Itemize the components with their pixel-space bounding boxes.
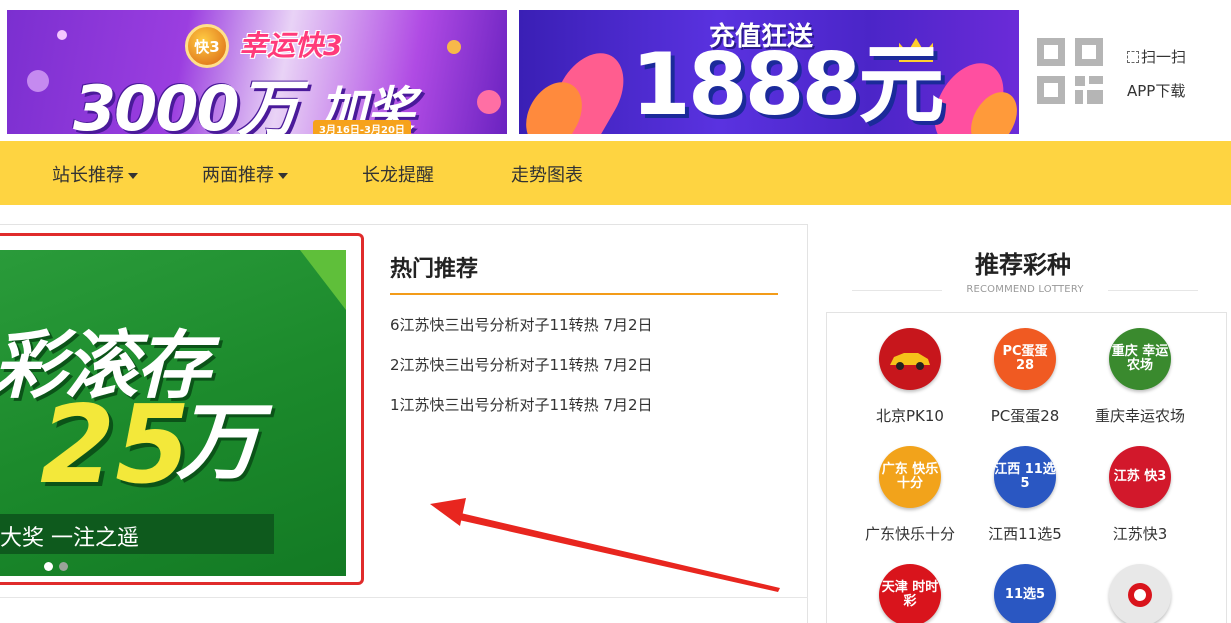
lottery-name-jx11x5[interactable]: 江西11选5 (965, 523, 1085, 544)
lottery-ball-icon[interactable] (1109, 564, 1171, 623)
banner-headline: 1888元 (631, 35, 944, 134)
farm-icon[interactable]: 重庆 幸运农场 (1109, 328, 1171, 390)
lucky-k3-promo-banner[interactable]: 快3 幸运快3 3000万 加奖 3月16日-3月20日 (7, 10, 507, 134)
highlight-box (0, 233, 364, 585)
nav-item-streak-alerts[interactable]: 长龙提醒 (362, 161, 434, 187)
nav-item-label: 站长推荐 (52, 165, 124, 186)
nav-item-webmaster-picks[interactable]: 站长推荐 (52, 161, 138, 187)
decor-dot (57, 30, 67, 40)
happy-ten-icon[interactable]: 广东 快乐十分 (879, 446, 941, 508)
scan-label: 扫一扫 (1127, 46, 1186, 67)
nav-item-label: 走势图表 (511, 165, 583, 186)
11x5-icon[interactable]: 11选5 (994, 564, 1056, 623)
race-car-icon[interactable] (879, 328, 941, 390)
lottery-name-gdklsf[interactable]: 广东快乐十分 (850, 523, 970, 544)
recommend-lottery-subtitle: RECOMMEND LOTTERY (966, 284, 1084, 295)
banner-headline: 3000万 (73, 72, 300, 134)
caret-down-icon (128, 173, 138, 179)
caret-down-icon (278, 173, 288, 179)
recommend-lottery-title: 推荐彩种 (975, 251, 1071, 279)
qr-code-icon[interactable] (1037, 38, 1103, 104)
ball-shape (1128, 583, 1152, 607)
pc-egg-28-icon[interactable]: PC蛋蛋 28 (994, 328, 1056, 390)
title-underline (390, 293, 778, 295)
divider (852, 290, 942, 291)
news-item[interactable]: 2江苏快三出号分析对子11转热 7月2日 (390, 354, 653, 375)
nav-item-trend-charts[interactable]: 走势图表 (511, 161, 583, 187)
news-item[interactable]: 1江苏快三出号分析对子11转热 7月2日 (390, 394, 653, 415)
decor-dot (447, 40, 461, 54)
nav-item-two-sided-picks[interactable]: 两面推荐 (202, 161, 288, 187)
news-item[interactable]: 6江苏快三出号分析对子11转热 7月2日 (390, 314, 653, 335)
decor-dot (27, 70, 49, 92)
nav-item-label: 长龙提醒 (362, 165, 434, 186)
nav-item-label: 两面推荐 (202, 165, 274, 186)
main-nav: 站长推荐 两面推荐 长龙提醒 走势图表 (0, 141, 1231, 205)
lottery-name-pcdd28[interactable]: PC蛋蛋28 (965, 405, 1085, 426)
scan-label-text: 扫一扫 (1141, 48, 1187, 66)
tianjin-ssc-icon[interactable]: 天津 时时彩 (879, 564, 941, 623)
banner-date-badge: 3月16日-3月20日 (313, 120, 411, 134)
lottery-name-bjpk10[interactable]: 北京PK10 (850, 405, 970, 426)
annotation-arrow (430, 498, 780, 592)
divider (1108, 290, 1198, 291)
lottery-name-cqxync[interactable]: 重庆幸运农场 (1080, 405, 1200, 426)
lottery-name-jsk3[interactable]: 江苏快3 (1080, 523, 1200, 544)
app-download-link[interactable]: APP下载 (1127, 80, 1185, 101)
hot-recommend-title: 热门推荐 (390, 257, 479, 282)
divider (0, 597, 808, 598)
decor-dot (477, 90, 501, 114)
jiangsu-k3-icon[interactable]: 江苏 快3 (1109, 446, 1171, 508)
recharge-promo-banner[interactable]: 充值狂送 1888元 (519, 10, 1019, 134)
jiangxi-11x5-icon[interactable]: 江西 11选5 (994, 446, 1056, 508)
scan-icon (1127, 51, 1139, 63)
car-shape (890, 353, 930, 370)
